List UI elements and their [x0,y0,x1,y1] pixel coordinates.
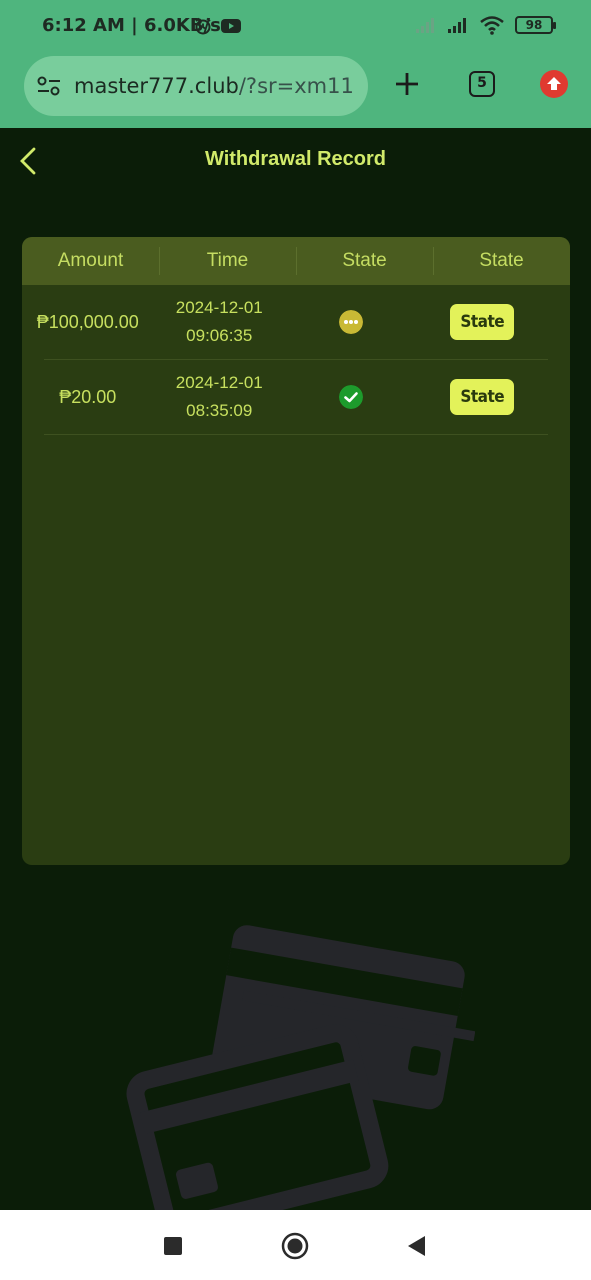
column-header-amount: Amount [57,250,124,271]
signal-icon [448,18,466,33]
column-header-state-action: State [433,237,570,285]
column-header-time: Time [159,237,296,285]
state-button[interactable]: State [450,304,515,340]
url-text[interactable]: master777.club/?sr=xm11 [74,74,360,98]
url-host: master777.club [74,74,239,98]
date-text: 2024-12-01 [175,373,263,392]
wifi-icon [480,16,504,35]
time-cell: 2024-12-01 09:06:35 [154,294,286,350]
alarm-icon [195,17,211,35]
withdrawal-table: Amount Time State State ₱100,000.00 2024… [22,237,570,865]
time-text: 09:06:35 [186,326,253,345]
time-text: 08:35:09 [186,401,253,420]
home-button[interactable] [279,1230,311,1262]
time-cell: 2024-12-01 08:35:09 [154,369,286,425]
column-header-state: State [296,237,433,285]
table-row: ₱100,000.00 2024-12-01 09:06:35 State [37,285,549,360]
success-check-icon [338,385,363,409]
amount-cell: ₱100,000.00 [36,311,139,332]
tabs-button[interactable]: 5 [464,66,500,102]
new-tab-button[interactable] [389,66,425,102]
back-nav-button[interactable] [400,1230,432,1262]
recents-button[interactable] [157,1230,189,1262]
table-body: ₱100,000.00 2024-12-01 09:06:35 State ₱2… [22,285,570,435]
table-header: Amount Time State State [22,237,570,285]
tab-count: 5 [469,71,495,97]
triangle-back-icon [408,1236,425,1256]
arrow-up-icon [547,77,561,90]
site-settings-icon[interactable] [36,74,62,98]
browser-toolbar: master777.club/?sr=xm11 5 [0,52,591,128]
amount-cell: ₱20.00 [59,386,117,407]
status-icons: 98 [415,15,556,35]
page-title: Withdrawal Record [205,148,386,170]
app-header: Withdrawal Record [0,128,591,192]
table-row: ₱20.00 2024-12-01 08:35:09 State [44,360,548,435]
update-icon [540,70,568,98]
url-path: /?sr=xm11 [238,74,354,98]
state-cell [285,310,417,334]
plus-icon [396,73,418,95]
update-button[interactable] [536,66,572,102]
battery-indicator: 98 [515,16,556,34]
signal-icon [416,18,434,33]
home-circle-icon [281,1232,309,1260]
state-button[interactable]: State [450,379,515,415]
state-action-cell: State [417,304,549,340]
pending-icon [338,310,363,334]
state-cell [285,385,417,409]
date-text: 2024-12-01 [175,298,263,317]
credit-cards-illustration [126,925,475,1220]
state-action-cell: State [417,379,549,415]
youtube-icon [221,19,241,33]
system-nav-bar [0,1210,591,1280]
status-bar: 6:12 AM | 6.0KB/s 98 [0,0,591,52]
address-bar[interactable]: master777.club/?sr=xm11 [24,56,368,116]
square-icon [164,1237,182,1255]
